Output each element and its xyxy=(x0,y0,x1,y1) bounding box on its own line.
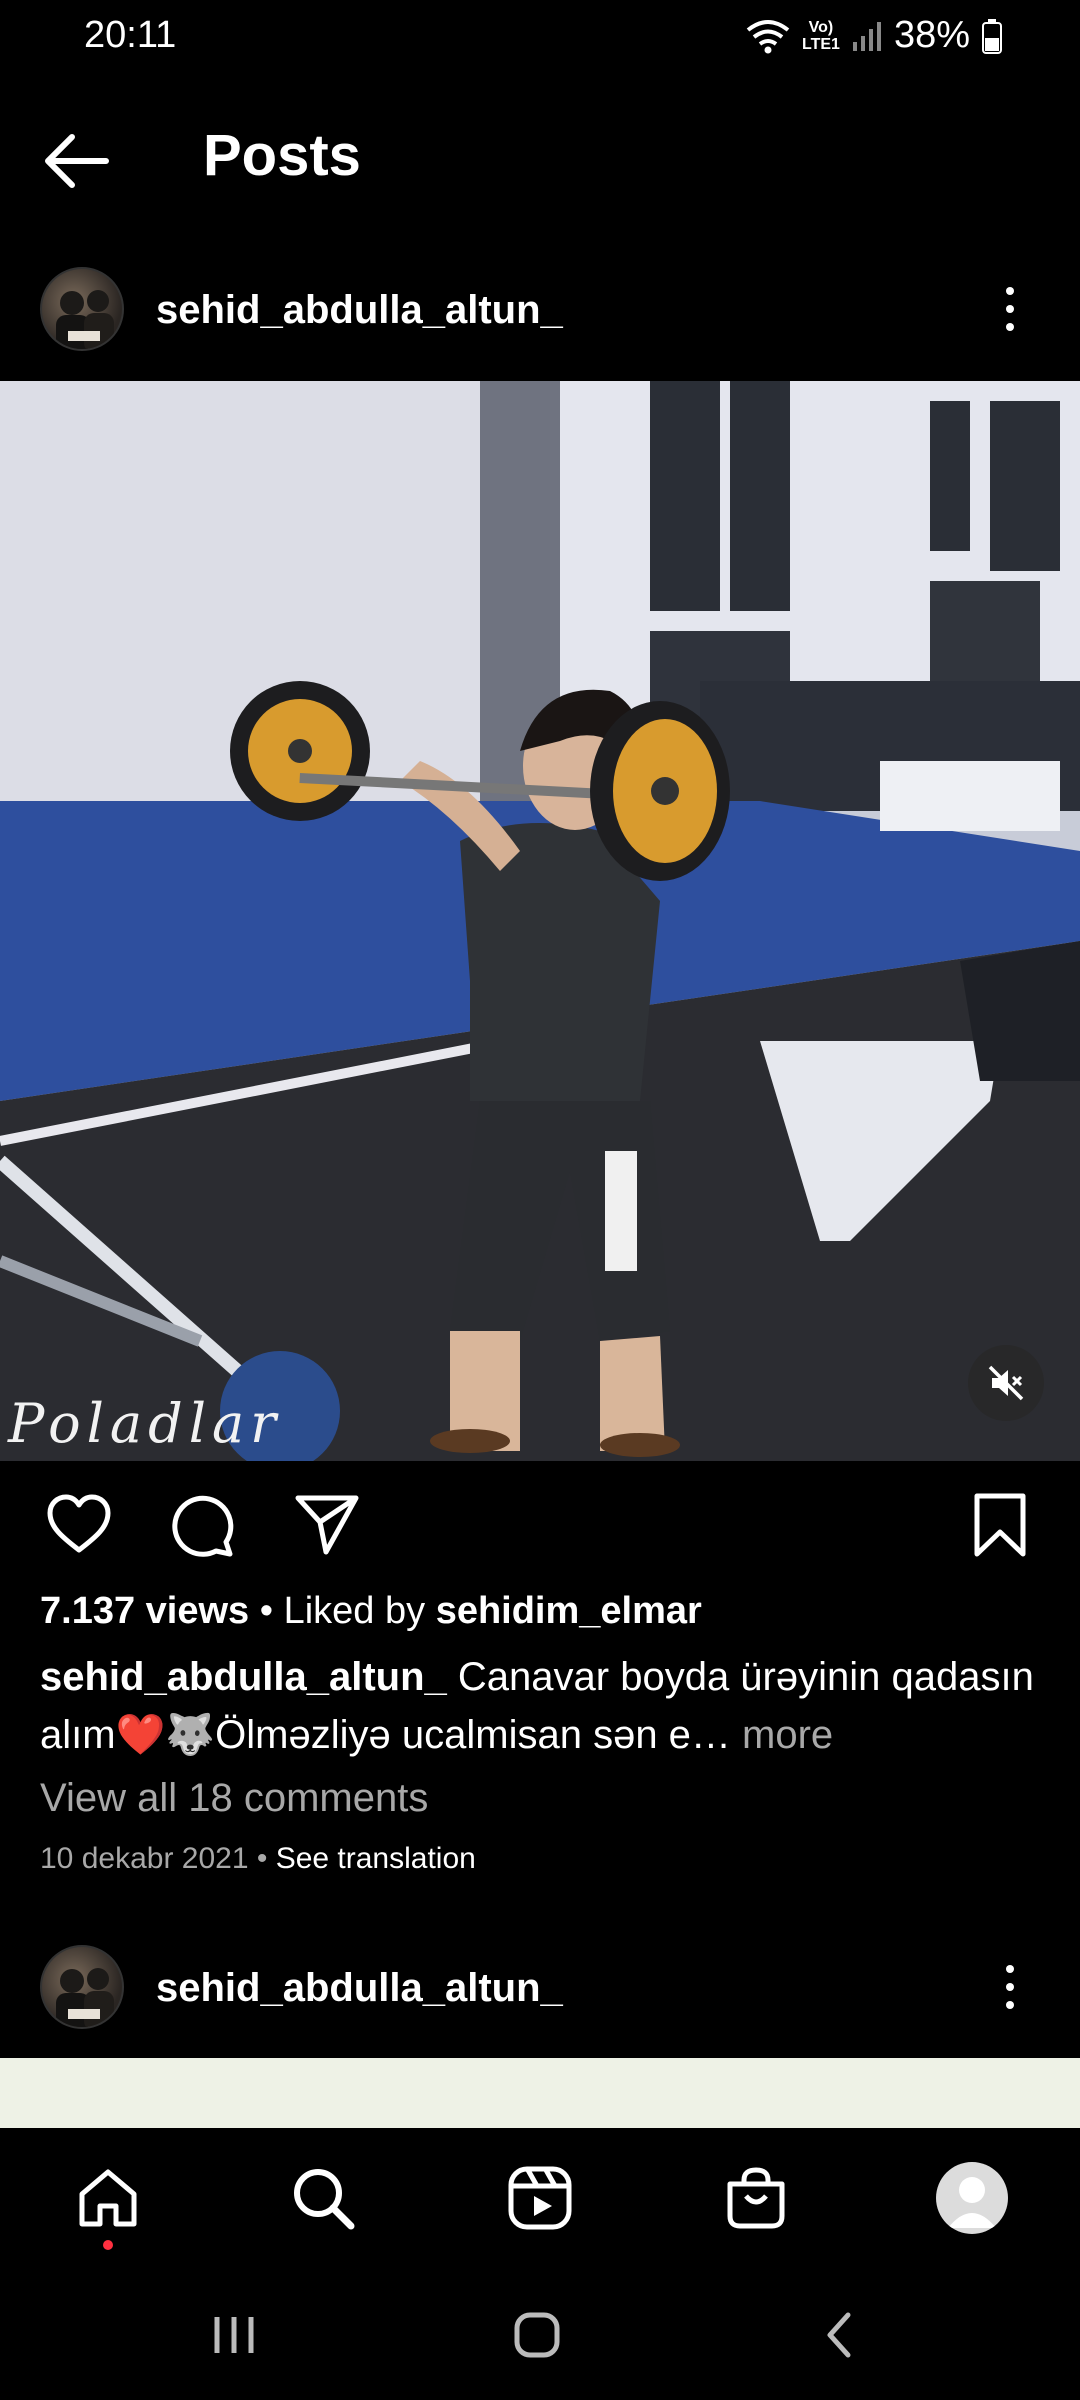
status-indicators: Vo) LTE1 38% xyxy=(746,14,1002,57)
see-translation-link[interactable]: See translation xyxy=(276,1842,476,1875)
recents-icon xyxy=(214,2317,254,2353)
likes-row: 7.137 views • Liked by sehidim_elmar xyxy=(40,1590,702,1633)
search-icon xyxy=(294,2169,355,2230)
heart-icon xyxy=(47,1494,111,1553)
comment-button[interactable] xyxy=(168,1490,238,1560)
system-back-button[interactable] xyxy=(800,2308,880,2362)
post-date: 10 dekabr 2021 xyxy=(40,1842,249,1875)
dot xyxy=(1006,323,1014,331)
next-post-header: sehid_abdulla_altun_ xyxy=(0,1932,1080,2042)
user-avatar[interactable] xyxy=(40,1945,124,2029)
caption-more-link[interactable]: more xyxy=(731,1713,833,1757)
post-header: sehid_abdulla_altun_ xyxy=(0,254,1080,364)
battery-icon xyxy=(982,18,1002,54)
dot xyxy=(1006,1983,1014,1991)
post-date-row: 10 dekabr 2021 • See translation xyxy=(40,1842,476,1876)
page-title: Posts xyxy=(203,123,361,188)
liked-by-prefix: • Liked by xyxy=(249,1590,436,1632)
next-post-options-button[interactable] xyxy=(980,1952,1040,2022)
dot xyxy=(1006,287,1014,295)
next-post-media-preview[interactable] xyxy=(0,2058,1080,2128)
recent-apps-button[interactable] xyxy=(194,2308,274,2362)
shop-icon xyxy=(727,2167,785,2229)
back-button[interactable] xyxy=(40,128,120,194)
status-bar: 20:11 Vo) LTE1 38% xyxy=(0,0,1080,80)
bookmark-icon xyxy=(974,1493,1026,1557)
bottom-nav xyxy=(0,2128,1080,2268)
nav-search[interactable] xyxy=(283,2158,363,2238)
view-count[interactable]: 7.137 views xyxy=(40,1590,249,1632)
post-caption: sehid_abdulla_altun_ Canavar boyda ürəyi… xyxy=(40,1648,1050,1764)
profile-icon xyxy=(936,2162,1008,2234)
dot xyxy=(1006,1965,1014,1973)
home-notification-dot xyxy=(103,2240,113,2250)
post-options-button[interactable] xyxy=(980,274,1040,344)
comment-icon xyxy=(172,1495,234,1557)
view-comments-link[interactable]: View all 18 comments xyxy=(40,1776,428,1821)
nav-profile[interactable] xyxy=(932,2158,1012,2238)
default-avatar-icon xyxy=(948,2177,996,2228)
status-time: 20:11 xyxy=(84,14,177,56)
muted-speaker-icon xyxy=(988,1365,1024,1401)
share-button[interactable] xyxy=(292,1490,362,1560)
back-arrow-icon xyxy=(45,134,109,188)
dot xyxy=(1006,2001,1014,2009)
home-square-icon xyxy=(514,2312,560,2358)
chevron-left-icon xyxy=(827,2312,851,2358)
reels-icon xyxy=(508,2166,572,2230)
nav-reels[interactable] xyxy=(500,2158,580,2238)
top-bar: Posts xyxy=(0,110,1080,210)
home-button[interactable] xyxy=(497,2308,577,2362)
system-navigation xyxy=(0,2268,1080,2400)
date-separator: • xyxy=(248,1842,276,1875)
caption-username[interactable]: sehid_abdulla_altun_ xyxy=(40,1655,447,1699)
next-post-username[interactable]: sehid_abdulla_altun_ xyxy=(156,1966,563,2011)
home-icon xyxy=(79,2169,137,2227)
avatar-photo xyxy=(56,290,114,349)
video-watermark: Poladlar xyxy=(8,1392,282,1455)
dot xyxy=(1006,305,1014,313)
nav-shop[interactable] xyxy=(716,2158,796,2238)
like-button[interactable] xyxy=(44,1490,114,1560)
post-actions xyxy=(0,1480,1080,1570)
save-button[interactable] xyxy=(965,1490,1035,1560)
avatar-photo xyxy=(56,1968,114,2027)
network-type: Vo) LTE1 xyxy=(802,18,840,53)
video-frame xyxy=(0,381,1080,1461)
send-icon xyxy=(295,1495,359,1555)
user-avatar[interactable] xyxy=(40,267,124,351)
battery-percent: 38% xyxy=(893,14,970,56)
nav-home[interactable] xyxy=(68,2158,148,2238)
post-username[interactable]: sehid_abdulla_altun_ xyxy=(156,288,563,333)
mute-button[interactable] xyxy=(968,1345,1044,1421)
post-video[interactable]: Poladlar xyxy=(0,381,1080,1461)
liked-by-user[interactable]: sehidim_elmar xyxy=(436,1590,702,1632)
wifi-icon xyxy=(746,19,790,53)
signal-icon xyxy=(852,21,881,51)
